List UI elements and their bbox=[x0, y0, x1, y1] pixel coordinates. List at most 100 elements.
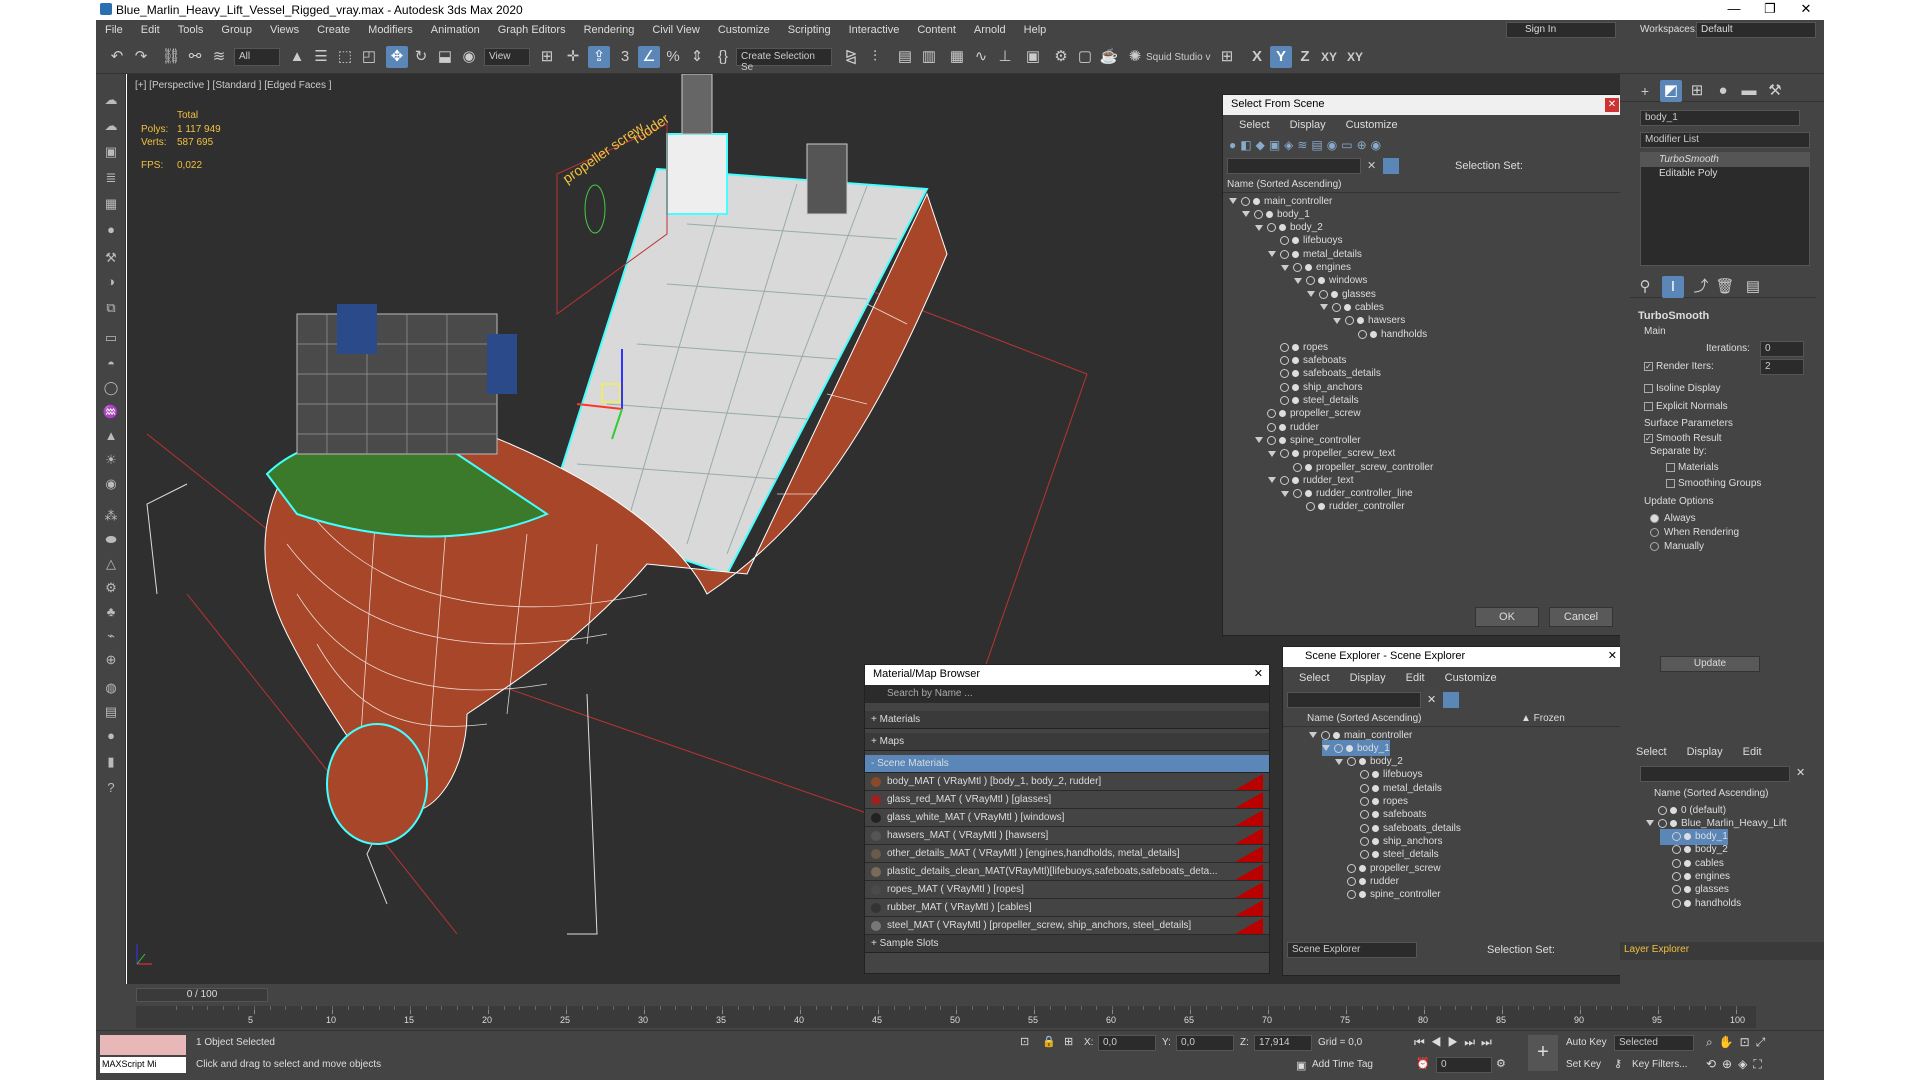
menu-modifiers[interactable]: Modifiers bbox=[359, 24, 422, 36]
visibility-eye-icon[interactable] bbox=[1280, 342, 1289, 352]
isolate-icon[interactable]: ⊡ bbox=[1020, 1035, 1029, 1048]
expand-icon[interactable] bbox=[1309, 732, 1317, 738]
visibility-eye-icon[interactable] bbox=[1360, 770, 1369, 780]
grid-icon[interactable]: ⊞ bbox=[1216, 46, 1238, 68]
select-object-icon[interactable]: ▲ bbox=[286, 46, 308, 68]
le-footer[interactable]: Layer Explorer bbox=[1620, 942, 1824, 960]
script-icon[interactable]: ▮ bbox=[100, 754, 122, 774]
blue-ball-icon[interactable]: ● bbox=[100, 728, 122, 748]
material-item[interactable]: glass_white_MAT ( VRayMtl ) [windows] bbox=[865, 809, 1269, 827]
remove-modifier-icon[interactable]: 🗑 bbox=[1714, 276, 1736, 298]
iterations-spinner[interactable]: 0 bbox=[1760, 341, 1804, 357]
visibility-eye-icon[interactable] bbox=[1332, 302, 1341, 312]
ok-button[interactable]: OK bbox=[1475, 607, 1539, 627]
maxscript-mini-listener[interactable]: MAXScript Mi bbox=[100, 1057, 186, 1073]
expand-icon[interactable] bbox=[1268, 450, 1276, 457]
expand-icon[interactable] bbox=[1320, 304, 1328, 311]
expand-icon[interactable] bbox=[1255, 224, 1263, 231]
sound-icon[interactable]: ◑ bbox=[100, 274, 122, 294]
time-slider[interactable]: 0 / 100 bbox=[136, 988, 268, 1002]
le-menu-display[interactable]: Display bbox=[1677, 746, 1733, 758]
material-search-input[interactable]: Search by Name ... bbox=[865, 685, 1269, 703]
disc-icon[interactable]: ◉ bbox=[100, 476, 122, 496]
reference-coordinate-dropdown[interactable]: View bbox=[484, 48, 530, 66]
dialog-close-icon[interactable]: ✕ bbox=[1605, 98, 1619, 112]
visibility-eye-icon[interactable] bbox=[1345, 316, 1354, 326]
show-end-result-icon[interactable]: I bbox=[1662, 276, 1684, 298]
rectangular-selection-icon[interactable]: ⬚ bbox=[334, 46, 356, 68]
set-key-big-icon[interactable]: + bbox=[1528, 1035, 1558, 1071]
modifier-list-dropdown[interactable]: Modifier List bbox=[1640, 132, 1810, 148]
unlink-icon[interactable]: ⚯ bbox=[184, 46, 206, 68]
object-name-field[interactable]: body_1 bbox=[1640, 110, 1800, 126]
sfs-menu-display[interactable]: Display bbox=[1280, 119, 1336, 131]
expand-icon[interactable] bbox=[1646, 820, 1654, 827]
lock-icon[interactable]: 🔒 bbox=[1042, 1035, 1056, 1048]
visibility-eye-icon[interactable] bbox=[1360, 850, 1369, 860]
key-filters-button[interactable]: Key Filters... bbox=[1632, 1059, 1688, 1070]
manually-radio[interactable] bbox=[1650, 542, 1659, 551]
visibility-eye-icon[interactable] bbox=[1280, 475, 1289, 485]
stack-item-editable-poly[interactable]: Editable Poly bbox=[1641, 167, 1809, 181]
key-mode-icon[interactable]: ⚷ bbox=[1614, 1057, 1622, 1070]
visibility-eye-icon[interactable] bbox=[1306, 502, 1315, 512]
expand-icon[interactable] bbox=[1255, 437, 1263, 444]
close-button[interactable]: ✕ bbox=[1788, 0, 1824, 20]
menu-customize[interactable]: Customize bbox=[709, 24, 779, 36]
se-explorer-dropdown[interactable]: Scene Explorer bbox=[1287, 942, 1417, 958]
time-tag-icon[interactable]: ▣ bbox=[1296, 1059, 1306, 1072]
material-item[interactable]: hawsers_MAT ( VRayMtl ) [hawsers] bbox=[865, 827, 1269, 845]
material-item[interactable]: steel_MAT ( VRayMtl ) [propeller_screw, … bbox=[865, 917, 1269, 935]
menu-file[interactable]: File bbox=[96, 24, 132, 36]
menu-arnold[interactable]: Arnold bbox=[965, 24, 1015, 36]
visibility-eye-icon[interactable] bbox=[1267, 409, 1276, 419]
set-key-button[interactable]: Set Key bbox=[1566, 1059, 1601, 1070]
maps-section[interactable]: + Maps bbox=[865, 733, 1269, 751]
menu-create[interactable]: Create bbox=[308, 24, 359, 36]
toggle-scene-explorer-icon[interactable]: ▤ bbox=[894, 46, 916, 68]
rendered-frame-window-icon[interactable]: ▢ bbox=[1074, 46, 1096, 68]
visibility-eye-icon[interactable] bbox=[1306, 276, 1315, 286]
bind-space-warp-icon[interactable]: ≋ bbox=[208, 46, 230, 68]
axis-xy-cycle-button[interactable]: XY bbox=[1344, 46, 1366, 68]
menu-scripting[interactable]: Scripting bbox=[779, 24, 840, 36]
snaps-toggle-icon[interactable]: 3 bbox=[614, 46, 636, 68]
modify-tab-icon[interactable]: ◩ bbox=[1660, 80, 1682, 102]
material-editor-icon[interactable]: ▣ bbox=[1022, 46, 1044, 68]
cancel-button[interactable]: Cancel bbox=[1549, 607, 1613, 627]
materials-checkbox[interactable] bbox=[1666, 463, 1675, 472]
auto-key-button[interactable]: Auto Key bbox=[1566, 1037, 1607, 1048]
visibility-eye-icon[interactable] bbox=[1254, 209, 1263, 219]
gear-icon[interactable]: ⚙ bbox=[100, 580, 122, 600]
sfs-column-header[interactable]: Name (Sorted Ascending) bbox=[1223, 177, 1623, 193]
clear-search-icon[interactable]: ✕ bbox=[1367, 159, 1376, 172]
scene-materials-section[interactable]: - Scene Materials bbox=[865, 755, 1269, 773]
always-radio[interactable] bbox=[1650, 514, 1659, 523]
sfs-menu-customize[interactable]: Customize bbox=[1336, 119, 1408, 131]
render-setup-icon[interactable]: ⚙ bbox=[1050, 46, 1072, 68]
menu-content[interactable]: Content bbox=[908, 24, 965, 36]
tree-row[interactable]: handholds bbox=[1346, 326, 1427, 342]
le-menu-edit[interactable]: Edit bbox=[1733, 746, 1772, 758]
grid-ball-icon[interactable]: ⊕ bbox=[100, 652, 122, 672]
percent-snap-icon[interactable]: % bbox=[662, 46, 684, 68]
le-menu-select[interactable]: Select bbox=[1626, 746, 1677, 758]
material-icon[interactable]: ▤ bbox=[100, 704, 122, 724]
visibility-eye-icon[interactable] bbox=[1672, 832, 1681, 842]
select-and-place-icon[interactable]: ◉ bbox=[458, 46, 480, 68]
visibility-eye-icon[interactable] bbox=[1360, 823, 1369, 833]
light-icon[interactable]: ● bbox=[100, 222, 122, 242]
visibility-eye-icon[interactable] bbox=[1358, 329, 1367, 339]
expand-icon[interactable] bbox=[1268, 477, 1276, 484]
pivot-center-icon[interactable]: ⊞ bbox=[536, 46, 558, 68]
visibility-eye-icon[interactable] bbox=[1267, 422, 1276, 432]
spinner-snap-icon[interactable]: ⇕ bbox=[686, 46, 708, 68]
material-browser-close-icon[interactable]: ✕ bbox=[1254, 667, 1263, 680]
particles-icon[interactable]: ⁂ bbox=[100, 508, 122, 528]
material-item[interactable]: other_details_MAT ( VRayMtl ) [engines,h… bbox=[865, 845, 1269, 863]
turbosmooth-header[interactable]: TurboSmooth bbox=[1630, 310, 1816, 326]
se-filter-icon[interactable] bbox=[1443, 692, 1459, 708]
globe-icon[interactable]: ◍ bbox=[100, 680, 122, 700]
sfs-menu-select[interactable]: Select bbox=[1229, 119, 1280, 131]
material-item[interactable]: ropes_MAT ( VRayMtl ) [ropes] bbox=[865, 881, 1269, 899]
